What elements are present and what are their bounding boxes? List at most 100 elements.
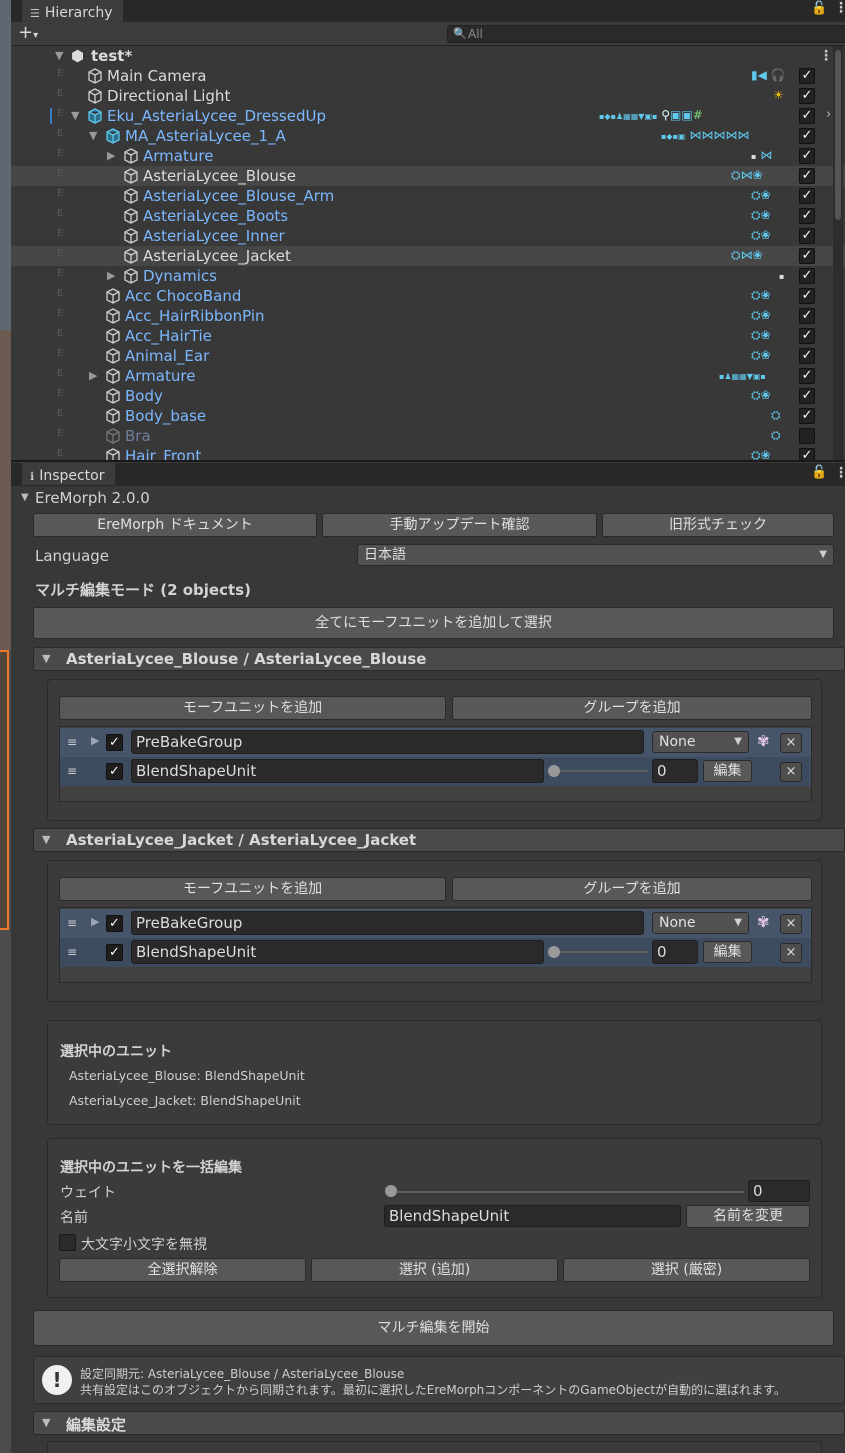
active-checkbox[interactable]: ✓ — [799, 88, 815, 104]
docs-button[interactable]: EreMorph ドキュメント — [33, 513, 317, 537]
remove-button[interactable]: × — [780, 733, 802, 753]
lock-icon[interactable]: 🔓 — [811, 1, 827, 16]
inspector-menu-icon[interactable]: ⋮ — [834, 465, 845, 481]
add-morph-unit-button[interactable]: モーフユニットを追加 — [59, 696, 446, 720]
expand-arrow-icon[interactable]: ▼ — [55, 49, 63, 62]
unit-row[interactable]: ≡ ✓ BlendShapeUnit 0 編集 × — [60, 757, 811, 786]
deselect-all-button[interactable]: 全選択解除 — [59, 1258, 306, 1282]
enable-checkbox[interactable]: ✓ — [106, 734, 123, 751]
hierarchy-row[interactable]: E Hair_Front ⛭❀ ✓ — [11, 446, 845, 460]
enable-checkbox[interactable]: ✓ — [106, 944, 123, 961]
hierarchy-row[interactable]: E Animal_Ear ⛭❀ ✓ — [11, 346, 845, 366]
hierarchy-row[interactable]: E AsteriaLycee_Blouse ⛭⋈❀ ✓ — [11, 166, 845, 186]
hierarchy-row[interactable]: E Bra ⛭ — [11, 426, 845, 446]
active-checkbox[interactable]: ✓ — [799, 368, 815, 384]
active-checkbox[interactable]: ✓ — [799, 148, 815, 164]
weight-value-input[interactable]: 0 — [652, 759, 698, 783]
inspector-tab[interactable]: ℹ Inspector — [22, 463, 115, 485]
add-all-units-button[interactable]: 全てにモーフユニットを追加して選択 — [33, 607, 834, 639]
active-checkbox[interactable]: ✓ — [799, 208, 815, 224]
hierarchy-row[interactable]: E ▶ Dynamics ▪ ✓ — [11, 266, 845, 286]
active-checkbox[interactable]: ✓ — [799, 268, 815, 284]
weight-slider-knob[interactable] — [548, 946, 560, 958]
expand-arrow-icon[interactable]: ▶ — [107, 269, 115, 282]
group-row[interactable]: ≡ ▶ ✓ PreBakeGroup None ▼ ✾ × — [60, 728, 811, 757]
select-add-button[interactable]: 選択 (追加) — [311, 1258, 558, 1282]
expand-arrow-icon[interactable]: ▶ — [91, 734, 99, 747]
scene-row[interactable]: ▼ ⬢ test* ⋮ — [11, 46, 845, 66]
edit-settings-header[interactable]: ▼ 編集設定 — [33, 1411, 845, 1435]
remove-button[interactable]: × — [780, 762, 802, 782]
edit-button[interactable]: 編集 — [703, 941, 752, 963]
weight-value-input[interactable]: 0 — [652, 940, 698, 964]
weight-slider-track[interactable] — [552, 770, 648, 772]
hierarchy-row[interactable]: E Acc_HairTie ⛭❀ ✓ — [11, 326, 845, 346]
active-checkbox[interactable]: ✓ — [799, 408, 815, 424]
check-update-button[interactable]: 手動アップデート確認 — [322, 513, 597, 537]
inspector-lock-icon[interactable]: 🔓 — [811, 465, 827, 480]
enable-checkbox[interactable]: ✓ — [106, 915, 123, 932]
hierarchy-row[interactable]: E AsteriaLycee_Jacket ⛭⋈❀ ✓ — [11, 246, 845, 266]
section-jacket-header[interactable]: ▼ AsteriaLycee_Jacket / AsteriaLycee_Jac… — [33, 828, 845, 852]
menu-kebab-icon[interactable]: ⋮ — [834, 0, 845, 16]
scene-menu-icon[interactable]: ⋮ — [819, 48, 833, 64]
enable-checkbox[interactable]: ✓ — [106, 763, 123, 780]
hierarchy-row[interactable]: E ▶ Armature ▪ ⋈ ✓ — [11, 146, 845, 166]
panel-splitter[interactable] — [11, 460, 845, 462]
chevron-right-icon[interactable]: › — [826, 107, 831, 122]
hierarchy-row[interactable]: E Body ⛭❀ ✓ — [11, 386, 845, 406]
group-name-input[interactable]: PreBakeGroup — [131, 911, 644, 935]
unit-name-input[interactable]: BlendShapeUnit — [131, 940, 544, 964]
expand-arrow-icon[interactable]: ▼ — [71, 109, 79, 122]
start-multi-edit-button[interactable]: マルチ編集を開始 — [33, 1310, 834, 1346]
add-group-button[interactable]: グループを追加 — [452, 696, 812, 720]
section-blouse-header[interactable]: ▼ AsteriaLycee_Blouse / AsteriaLycee_Blo… — [33, 647, 845, 671]
active-checkbox[interactable]: ✓ — [799, 288, 815, 304]
language-dropdown[interactable]: 日本語 ▼ — [357, 544, 834, 566]
drag-handle-icon[interactable]: ≡ — [67, 764, 77, 778]
active-checkbox[interactable] — [799, 428, 815, 444]
group-select-dropdown[interactable]: None ▼ — [652, 731, 749, 753]
hierarchy-row[interactable]: E AsteriaLycee_Boots ⛭❀ ✓ — [11, 206, 845, 226]
active-checkbox[interactable]: ✓ — [799, 108, 815, 124]
group-row[interactable]: ≡ ▶ ✓ PreBakeGroup None ▼ ✾ × — [60, 909, 811, 938]
active-checkbox[interactable]: ✓ — [799, 388, 815, 404]
bulk-name-input[interactable]: BlendShapeUnit — [384, 1205, 681, 1227]
active-checkbox[interactable]: ✓ — [799, 448, 815, 460]
expand-arrow-icon[interactable]: ▶ — [91, 915, 99, 928]
remove-button[interactable]: × — [780, 943, 802, 963]
remove-button[interactable]: × — [780, 914, 802, 934]
weight-slider-track[interactable] — [552, 951, 648, 953]
active-checkbox[interactable]: ✓ — [799, 248, 815, 264]
bulk-weight-slider-track[interactable] — [390, 1191, 744, 1193]
edit-button[interactable]: 編集 — [703, 760, 752, 782]
group-select-dropdown[interactable]: None ▼ — [652, 912, 749, 934]
hierarchy-search-input[interactable]: 🔍 All — [447, 25, 845, 43]
select-strict-button[interactable]: 選択 (厳密) — [563, 1258, 810, 1282]
active-checkbox[interactable]: ✓ — [799, 348, 815, 364]
drag-handle-icon[interactable]: ≡ — [67, 945, 77, 959]
active-checkbox[interactable]: ✓ — [799, 128, 815, 144]
hierarchy-tab[interactable]: ☰ Hierarchy — [22, 0, 123, 22]
active-checkbox[interactable]: ✓ — [799, 168, 815, 184]
hierarchy-row[interactable]: E AsteriaLycee_Blouse_Arm ⛭❀ ✓ — [11, 186, 845, 206]
legacy-check-button[interactable]: 旧形式チェック — [602, 513, 834, 537]
hierarchy-row[interactable]: E Body_base ⛭ ✓ — [11, 406, 845, 426]
drag-handle-icon[interactable]: ≡ — [67, 916, 77, 930]
hierarchy-row[interactable]: E ▼ MA_AsteriaLycee_1_A ▪◆▪▣ ⋈⋈⋈⋈⋈ ✓ — [11, 126, 845, 146]
unit-name-input[interactable]: BlendShapeUnit — [131, 759, 544, 783]
expand-arrow-icon[interactable]: ▶ — [89, 369, 97, 382]
rename-button[interactable]: 名前を変更 — [686, 1205, 810, 1228]
hierarchy-scrollbar[interactable] — [833, 46, 843, 460]
ignore-case-checkbox[interactable] — [59, 1234, 76, 1251]
hierarchy-row[interactable]: E AsteriaLycee_Inner ⛭❀ ✓ — [11, 226, 845, 246]
weight-slider-knob[interactable] — [548, 765, 560, 777]
active-checkbox[interactable]: ✓ — [799, 188, 815, 204]
bake-icon[interactable]: ✾ — [757, 732, 770, 750]
bake-icon[interactable]: ✾ — [757, 913, 770, 931]
hierarchy-row[interactable]: E Main Camera ▮◀ 🎧 ✓ — [11, 66, 845, 86]
hierarchy-row[interactable]: E Acc ChocoBand ⛭❀ ✓ — [11, 286, 845, 306]
create-add-icon[interactable]: +▾ — [18, 23, 38, 46]
hierarchy-row[interactable]: E ▼ Eku_AsteriaLycee_DressedUp ▪◆▪♟▦▦▼▣▪ ⚲▣… — [11, 106, 845, 126]
add-group-button[interactable]: グループを追加 — [452, 877, 812, 901]
